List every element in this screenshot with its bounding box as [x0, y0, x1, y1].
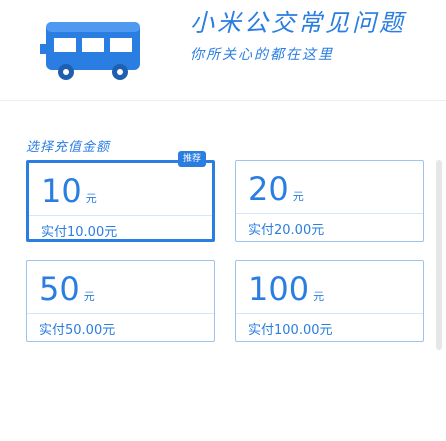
amount-row: 20 元	[248, 169, 304, 209]
amount-price: 实付20.00元	[248, 223, 325, 238]
amount-unit: 元	[85, 192, 97, 205]
amount-value: 50	[39, 270, 80, 308]
amount-card-50[interactable]: 50 元 实付50.00元	[26, 260, 215, 342]
card-separator	[29, 215, 212, 216]
card-separator	[27, 313, 214, 314]
section-label: 选择充值金额	[26, 140, 111, 155]
amount-row: 100 元	[248, 269, 324, 309]
scrollbar[interactable]	[436, 160, 442, 350]
amount-value: 20	[248, 170, 289, 208]
amount-card-10[interactable]: 推荐 10 元 实付10.00元	[26, 151, 215, 242]
card-separator	[236, 313, 423, 314]
recommend-badge: 推荐	[178, 151, 206, 167]
amount-unit: 元	[292, 190, 304, 203]
faq-banner[interactable]: 小米公交常见问题 你所关心的都在这里	[0, 0, 446, 96]
amount-value: 10	[41, 172, 82, 210]
amount-card-20[interactable]: 20 元 实付20.00元	[235, 160, 424, 242]
amount-value: 100	[248, 270, 310, 308]
amount-card-100[interactable]: 100 元 实付100.00元	[235, 260, 424, 342]
banner-title: 小米公交常见问题	[190, 9, 406, 37]
amount-unit: 元	[313, 290, 325, 303]
amount-price: 实付50.00元	[39, 323, 116, 338]
scrollbar-thumb[interactable]	[436, 160, 442, 350]
bus-icon	[40, 22, 140, 80]
amount-grid: 推荐 10 元 实付10.00元 20 元 实付20.00元 50 元 实付50…	[26, 151, 424, 342]
banner-subtitle: 你所关心的都在这里	[190, 47, 334, 63]
banner-text: 小米公交常见问题 你所关心的都在这里	[190, 6, 440, 64]
amount-price: 实付10.00元	[41, 225, 118, 240]
amount-row: 10 元	[41, 171, 97, 211]
divider	[0, 100, 446, 101]
amount-row: 50 元	[39, 269, 95, 309]
card-separator	[236, 213, 423, 214]
amount-price: 实付100.00元	[248, 323, 333, 338]
amount-unit: 元	[83, 290, 95, 303]
